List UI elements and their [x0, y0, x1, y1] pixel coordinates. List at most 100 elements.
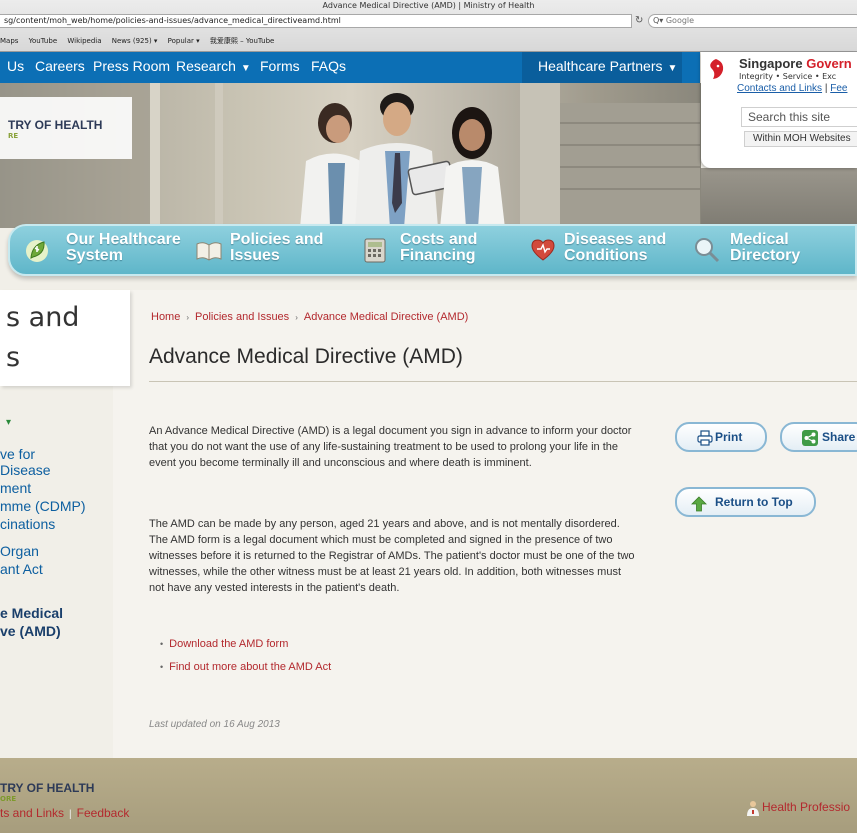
nav-press-room[interactable]: Press Room [93, 52, 170, 83]
paragraph-intro: An Advance Medical Directive (AMD) is a … [149, 425, 632, 469]
feature-label-line2: Directory [730, 247, 801, 264]
calculator-icon [364, 238, 386, 263]
site-search-input[interactable]: Search this site [741, 107, 857, 127]
bookmark-wikipedia[interactable]: Wikipedia [67, 37, 101, 45]
bookmark-youtube[interactable]: YouTube [29, 37, 57, 45]
lion-head-icon [710, 59, 724, 79]
footer-links: ts and Links | Feedback [0, 806, 129, 820]
footer [0, 758, 857, 833]
leaf-icon [26, 240, 48, 262]
feature-policies-and-issues[interactable]: Policies and Issues [190, 226, 340, 274]
return-to-top-button[interactable]: Return to Top [675, 487, 816, 517]
share-label: Share [822, 430, 856, 444]
breadcrumb: Home › Policies and Issues › Advance Medical… [151, 311, 468, 323]
footer-logo-subtext: ORE [0, 795, 17, 803]
sidebar-item[interactable]: ment [0, 478, 31, 498]
links-list: Download the AMD form Find out more abou… [160, 633, 331, 679]
breadcrumb-separator-icon: › [186, 313, 190, 322]
nav-faqs[interactable]: FAQs [311, 52, 346, 83]
printer-icon [697, 430, 713, 446]
browser-search-placeholder: Google [665, 16, 695, 25]
separator: | [824, 83, 828, 94]
footer-logo-text: TRY OF HEALTH [0, 781, 95, 795]
search-scope-select[interactable]: Within MOH Websites [744, 131, 857, 147]
chevron-down-icon: ▼ [667, 63, 678, 74]
amd-act-link[interactable]: Find out more about the AMD Act [160, 656, 331, 679]
magnifier-icon [695, 238, 720, 263]
bookmark-popular[interactable]: Popular ▾ [168, 37, 200, 45]
bookmarks-bar: Maps YouTube Wikipedia News (925) ▾ Popu… [0, 34, 282, 48]
nav-research-label: Research [176, 58, 236, 74]
nav-about-us[interactable]: Us [7, 52, 24, 83]
moh-logo[interactable]: TRY OF HEALTH RE [0, 97, 132, 159]
nav-careers[interactable]: Careers [35, 52, 85, 83]
sidebar-item[interactable]: Organ [0, 541, 39, 561]
feature-label-line2: Conditions [564, 247, 648, 264]
breadcrumb-home[interactable]: Home [151, 311, 180, 323]
return-to-top-label: Return to Top [715, 495, 793, 509]
page-title: Advance Medical Directive (AMD) [149, 345, 463, 368]
health-professionals-link[interactable]: Health Professio [762, 800, 850, 814]
sg-contacts-link[interactable]: Contacts and Links [737, 83, 822, 94]
chevron-down-icon: ▼ [240, 63, 251, 74]
sg-tagline: Integrity • Service • Exc [739, 72, 837, 81]
window-title: Advance Medical Directive (AMD) | Minist… [322, 1, 535, 10]
bookmark-maps[interactable]: Maps [0, 37, 18, 45]
singapore-government-title: Singapore Govern [739, 56, 852, 71]
bookmark-news[interactable]: News (925) ▾ [112, 37, 158, 45]
feature-diseases-and-conditions[interactable]: Diseases and Conditions [528, 226, 688, 274]
feature-label-line2: Financing [400, 247, 476, 264]
download-amd-form-link[interactable]: Download the AMD form [160, 633, 331, 656]
feature-our-healthcare-system[interactable]: Our Healthcare System [24, 226, 184, 274]
print-label: Print [715, 430, 743, 444]
footer-contacts-link[interactable]: ts and Links [0, 806, 64, 820]
feature-label-line2: System [66, 247, 123, 264]
arrow-up-icon [691, 496, 707, 512]
sidebar-item-active[interactable]: e Medical [0, 603, 63, 623]
separator: | [69, 809, 72, 820]
sg-links: Contacts and Links | Fee [737, 83, 847, 94]
breadcrumb-separator-icon: › [295, 313, 298, 322]
sidebar-item[interactable]: mme (CDMP) [0, 496, 86, 516]
feature-costs-and-financing[interactable]: Costs and Financing [360, 226, 510, 274]
sidebar-marker: ▾ [6, 417, 12, 428]
breadcrumb-current[interactable]: Advance Medical Directive (AMD) [304, 311, 468, 323]
sidebar-item-active[interactable]: ve (AMD) [0, 621, 61, 641]
browser-search-field[interactable]: Q▾ Google [648, 14, 857, 28]
feature-bar: Our Healthcare System Policies and Issue… [8, 224, 857, 276]
sidebar-item[interactable]: Disease [0, 460, 51, 480]
share-icon [802, 430, 818, 446]
book-icon [196, 242, 222, 261]
breadcrumb-policies[interactable]: Policies and Issues [195, 311, 289, 323]
feature-medical-directory[interactable]: Medical Directory [694, 226, 854, 274]
hero-banner-right [701, 168, 857, 228]
feature-label-line2: Issues [230, 247, 280, 264]
reload-icon[interactable]: ↻ [635, 14, 647, 28]
healthcare-partners-label: Healthcare Partners [538, 58, 663, 74]
last-updated: Last updated on 16 Aug 2013 [149, 719, 280, 730]
sg-title-part2: Govern [806, 56, 852, 71]
paragraph-eligibility: The AMD can be made by any person, aged … [149, 518, 635, 594]
moh-logo-subtext: RE [8, 132, 19, 140]
browser-chrome: Advance Medical Directive (AMD) | Minist… [0, 0, 857, 52]
sg-feedback-link[interactable]: Fee [830, 83, 847, 94]
divider [149, 381, 857, 382]
address-bar[interactable]: sg/content/moh_web/home/policies-and-iss… [0, 14, 632, 28]
sg-title-part1: Singapore [739, 56, 803, 71]
section-title-line2: s [6, 342, 21, 373]
footer-feedback-link[interactable]: Feedback [77, 806, 130, 820]
section-title-line1: s and [6, 302, 80, 333]
bookmark-youtube-video[interactable]: 我爱康熙 – YouTube [210, 37, 274, 45]
print-button[interactable]: Print [675, 422, 767, 452]
search-icon: Q▾ [653, 16, 664, 25]
nav-forms[interactable]: Forms [260, 52, 300, 83]
sidebar-item[interactable]: cinations [0, 514, 55, 534]
health-professional-icon [747, 801, 759, 816]
share-button[interactable]: Share [780, 422, 857, 452]
singapore-government-panel: Singapore Govern Integrity • Service • E… [701, 52, 857, 168]
moh-logo-text: TRY OF HEALTH [8, 118, 103, 132]
heart-icon [531, 239, 555, 261]
healthcare-partners-tab[interactable]: Healthcare Partners ▼ [522, 52, 682, 83]
sidebar-item[interactable]: ant Act [0, 559, 43, 579]
nav-research[interactable]: Research ▼ [176, 52, 251, 83]
